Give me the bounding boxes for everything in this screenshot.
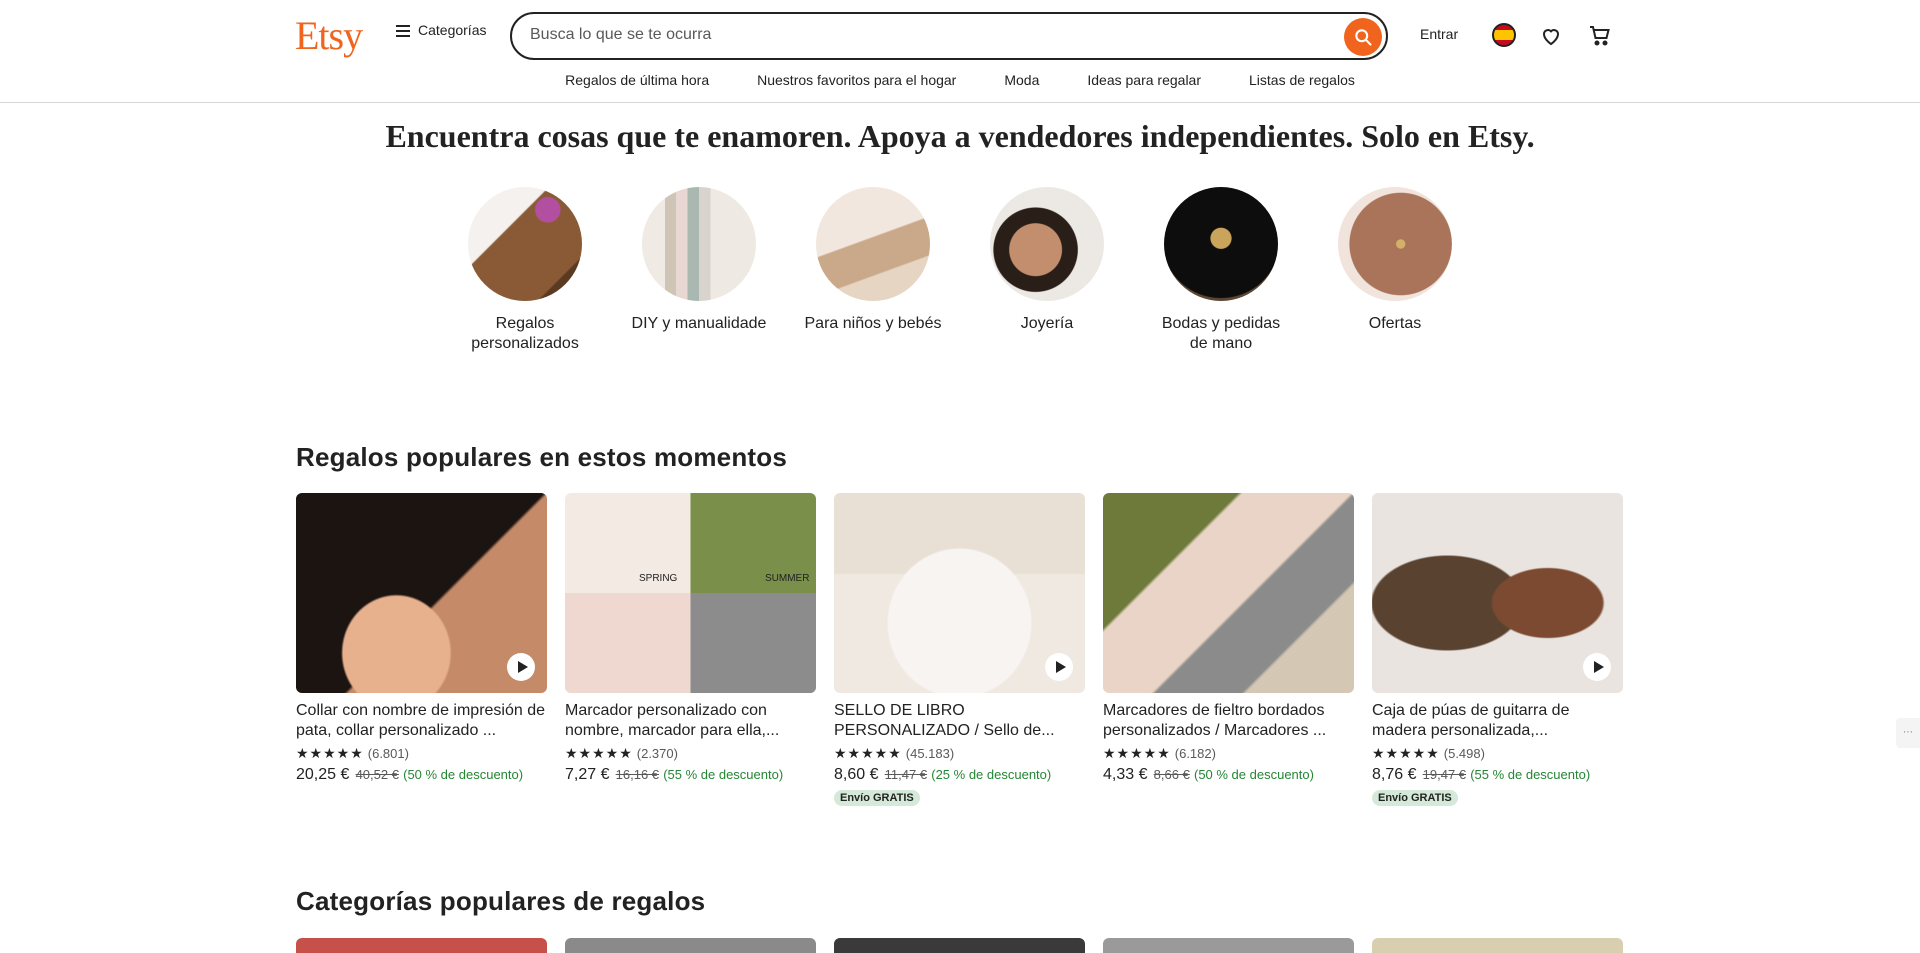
product-image[interactable]: SPRING SUMMER xyxy=(565,493,816,693)
star-rating: ★★★★★ xyxy=(1103,745,1171,761)
search-button[interactable] xyxy=(1344,18,1382,56)
free-shipping-badge: Envío GRATIS xyxy=(834,790,920,806)
product-image[interactable] xyxy=(1103,493,1354,693)
circle-jewelry[interactable]: Joyería xyxy=(977,187,1117,334)
search-bar xyxy=(510,12,1388,60)
product-title[interactable]: Collar con nombre de impresión de pata, … xyxy=(296,701,547,741)
review-count: (6.182) xyxy=(1174,746,1216,761)
product-title[interactable]: SELLO DE LIBRO PERSONALIZADO / Sello de.… xyxy=(834,701,1085,741)
product-title[interactable]: Marcador personalizado con nombre, marca… xyxy=(565,701,816,741)
star-rating: ★★★★★ xyxy=(296,745,364,761)
category-tile[interactable] xyxy=(296,938,547,953)
heart-icon[interactable] xyxy=(1539,24,1563,53)
original-price: 19,47 € xyxy=(1422,767,1467,782)
categories-button[interactable]: Categorías xyxy=(396,22,486,38)
diy-image xyxy=(642,187,756,301)
product-price: 7,27 € xyxy=(565,766,610,783)
category-tile[interactable] xyxy=(1103,938,1354,953)
summer-label: SUMMER xyxy=(765,573,810,584)
original-price: 11,47 € xyxy=(884,767,928,782)
circle-label: Regalos personalizados xyxy=(471,315,579,352)
play-video-icon[interactable] xyxy=(1583,653,1611,681)
original-price: 8,66 € xyxy=(1153,767,1190,782)
product-card[interactable]: Collar con nombre de impresión de pata, … xyxy=(296,493,547,784)
category-tile[interactable] xyxy=(1372,938,1623,953)
circle-weddings[interactable]: Bodas y pedidas de mano xyxy=(1151,187,1291,354)
product-price: 8,60 € xyxy=(834,766,879,783)
menu-icon xyxy=(396,24,410,37)
personalized-gifts-image xyxy=(468,187,582,301)
circle-label: Joyería xyxy=(1020,315,1074,332)
play-video-icon[interactable] xyxy=(1045,653,1073,681)
product-image[interactable] xyxy=(296,493,547,693)
popular-section-title: Regalos populares en estos momentos xyxy=(296,442,788,472)
signin-link[interactable]: Entrar xyxy=(1420,26,1458,42)
jewelry-image xyxy=(990,187,1104,301)
product-price: 8,76 € xyxy=(1372,766,1417,783)
subnav-fashion[interactable]: Moda xyxy=(980,72,1063,88)
product-price: 20,25 € xyxy=(296,766,350,783)
discount-label: (55 % de descuento) xyxy=(1470,767,1591,782)
play-video-icon[interactable] xyxy=(507,653,535,681)
circle-label: Ofertas xyxy=(1368,315,1422,332)
subnav-gift-lists[interactable]: Listas de regalos xyxy=(1225,72,1379,88)
product-image[interactable] xyxy=(834,493,1085,693)
site-header: Etsy Categorías Entrar Regalos de última… xyxy=(0,0,1920,103)
star-rating: ★★★★★ xyxy=(834,745,902,761)
product-card[interactable]: SELLO DE LIBRO PERSONALIZADO / Sello de.… xyxy=(834,493,1085,806)
search-icon xyxy=(1355,29,1372,46)
circle-label: Bodas y pedidas de mano xyxy=(1161,315,1281,352)
original-price: 16,16 € xyxy=(615,767,660,782)
review-count: (2.370) xyxy=(636,746,678,761)
circle-label: DIY y manualidade xyxy=(631,315,767,332)
review-count: (6.801) xyxy=(367,746,409,761)
spain-flag-icon[interactable] xyxy=(1492,23,1516,47)
categories-label: Categorías xyxy=(418,22,487,38)
subnav-last-minute[interactable]: Regalos de última hora xyxy=(541,72,733,88)
free-shipping-badge: Envío GRATIS xyxy=(1372,790,1458,806)
product-image[interactable] xyxy=(1372,493,1623,693)
circle-personalized-gifts[interactable]: Regalos personalizados xyxy=(455,187,595,354)
hero-title: Encuentra cosas que te enamoren. Apoya a… xyxy=(385,118,1535,154)
discount-label: (50 % de descuento) xyxy=(1193,767,1314,782)
category-tile[interactable] xyxy=(565,938,816,953)
spring-label: SPRING xyxy=(639,573,678,584)
product-card[interactable]: Caja de púas de guitarra de madera perso… xyxy=(1372,493,1623,806)
categories-section-title: Categorías populares de regalos xyxy=(296,886,706,916)
discount-label: (55 % de descuento) xyxy=(663,767,784,782)
product-title[interactable]: Caja de púas de guitarra de madera perso… xyxy=(1372,701,1623,741)
weddings-image xyxy=(1164,187,1278,301)
subnav-home-favorites[interactable]: Nuestros favoritos para el hogar xyxy=(733,72,980,88)
circle-label: Para niños y bebés xyxy=(804,315,942,332)
product-card[interactable]: SPRING SUMMER Marcador personalizado con… xyxy=(565,493,816,784)
circle-deals[interactable]: Ofertas xyxy=(1325,187,1465,334)
discount-label: (50 % de descuento) xyxy=(403,767,524,782)
product-title[interactable]: Marcadores de fieltro bordados personali… xyxy=(1103,701,1354,741)
search-input[interactable] xyxy=(530,26,1310,44)
circle-diy[interactable]: DIY y manualidade xyxy=(629,187,769,334)
star-rating: ★★★★★ xyxy=(1372,745,1440,761)
etsy-logo[interactable]: Etsy xyxy=(295,12,363,59)
deals-image xyxy=(1338,187,1452,301)
cart-icon[interactable] xyxy=(1588,23,1612,52)
kids-baby-image xyxy=(816,187,930,301)
product-price: 4,33 € xyxy=(1103,766,1148,783)
subnav: Regalos de última hora Nuestros favorito… xyxy=(0,72,1920,88)
feedback-tab-icon[interactable]: ⋯ xyxy=(1896,718,1920,748)
discount-label: (25 % de descuento) xyxy=(931,767,1052,782)
review-count: (5.498) xyxy=(1443,746,1485,761)
product-card[interactable]: Marcadores de fieltro bordados personali… xyxy=(1103,493,1354,784)
star-rating: ★★★★★ xyxy=(565,745,633,761)
original-price: 40,52 € xyxy=(355,767,399,782)
category-tile[interactable] xyxy=(834,938,1085,953)
subnav-gift-ideas[interactable]: Ideas para regalar xyxy=(1063,72,1225,88)
circle-kids-baby[interactable]: Para niños y bebés xyxy=(803,187,943,334)
review-count: (45.183) xyxy=(905,746,955,761)
